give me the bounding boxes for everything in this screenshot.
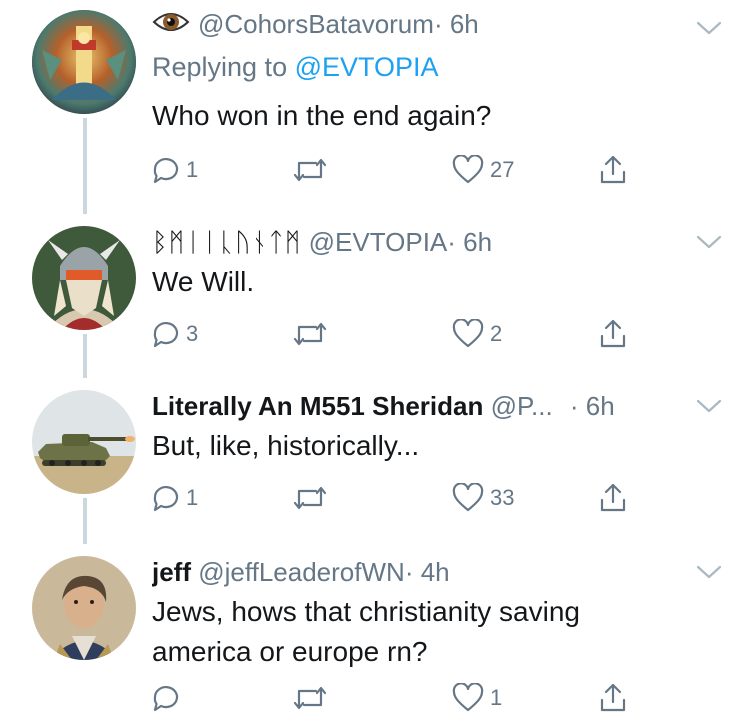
heart-icon	[452, 319, 484, 348]
heart-icon	[452, 683, 484, 712]
tweet-header: @CohorsBatavorum· 6h	[152, 4, 690, 44]
reply-count: 1	[186, 485, 199, 510]
reply-icon	[153, 686, 179, 712]
retweet-icon	[293, 686, 327, 710]
like-count: 2	[490, 321, 503, 346]
like-button[interactable]: 33	[452, 478, 514, 518]
replying-to-mention[interactable]: @EVTOPIA	[295, 52, 439, 82]
tweet-actions: 1	[150, 678, 650, 718]
reply-icon	[153, 486, 179, 512]
reply-button[interactable]	[150, 678, 186, 718]
retweet-icon	[293, 158, 327, 182]
share-button[interactable]	[598, 150, 628, 190]
reply-button[interactable]: 1	[150, 150, 198, 190]
chevron-down-icon[interactable]	[696, 564, 722, 580]
timestamp[interactable]: · 4h	[405, 557, 450, 587]
tweet-text-line-1: Jews, hows that christianity saving	[152, 596, 580, 627]
replying-to-label: Replying to	[152, 52, 288, 82]
avatar[interactable]	[32, 390, 136, 494]
retweet-icon	[293, 322, 327, 346]
tweet-4: jeff @jeffLeaderofWN· 4h Jews, hows that…	[0, 538, 750, 721]
chevron-down-icon[interactable]	[696, 234, 722, 250]
retweet-icon	[293, 486, 327, 510]
ornate-icon-avatar	[32, 10, 136, 114]
chevron-down-icon[interactable]	[696, 20, 722, 36]
like-count: 27	[490, 157, 515, 182]
tweet-text: But, like, historically...	[152, 430, 420, 461]
like-button[interactable]: 2	[452, 314, 502, 354]
tweet-text: Jews, hows that christianity saving amer…	[152, 592, 690, 672]
like-count: 1	[490, 685, 503, 710]
tweet-text: We Will.	[152, 266, 255, 297]
reply-icon	[153, 158, 179, 184]
portrait-avatar	[32, 556, 136, 660]
helmeted-warrior-avatar	[32, 226, 136, 330]
retweet-button[interactable]	[292, 478, 334, 518]
avatar[interactable]	[32, 556, 136, 660]
user-handle[interactable]: @EVTOPIA	[309, 227, 448, 257]
eye-icon	[152, 6, 190, 44]
like-count: 33	[490, 485, 515, 510]
tweet-header: ᛒᛗᛁᛁᚳᚢᚾᛏᛗ @EVTOPIA· 6h	[152, 222, 690, 262]
like-button[interactable]: 27	[452, 150, 514, 190]
heart-icon	[452, 483, 484, 512]
user-handle[interactable]: @CohorsBatavorum	[198, 9, 434, 39]
user-handle[interactable]: @P...	[491, 391, 553, 421]
tweet-header: Literally An M551 Sheridan @P... · 6h	[152, 386, 680, 426]
tank-avatar	[32, 390, 136, 494]
tweet-actions: 3 2	[150, 314, 650, 354]
tweet-1: @CohorsBatavorum· 6h Replying to @EVTOPI…	[0, 0, 750, 214]
retweet-button[interactable]	[292, 150, 334, 190]
share-icon	[600, 155, 626, 184]
timestamp[interactable]: · 6h	[447, 227, 492, 257]
share-button[interactable]	[598, 478, 628, 518]
share-button[interactable]	[598, 678, 628, 718]
reply-count: 3	[186, 321, 199, 346]
like-button[interactable]: 1	[452, 678, 502, 718]
share-icon	[600, 483, 626, 512]
thread-line	[83, 118, 87, 214]
share-button[interactable]	[598, 314, 628, 354]
display-name[interactable]: jeff	[152, 557, 191, 587]
share-icon	[600, 319, 626, 348]
avatar[interactable]	[32, 226, 136, 330]
reply-button[interactable]: 3	[150, 314, 198, 354]
tweet-header: jeff @jeffLeaderofWN· 4h	[152, 552, 690, 592]
user-handle[interactable]: @jeffLeaderofWN	[198, 557, 405, 587]
tweet-2: ᛒᛗᛁᛁᚳᚢᚾᛏᛗ @EVTOPIA· 6h We Will. 3 2	[0, 210, 750, 378]
tweet-actions: 1 27	[150, 150, 650, 190]
display-name[interactable]: ᛒᛗᛁᛁᚳᚢᚾᛏᛗ	[152, 227, 301, 257]
tweet-3: Literally An M551 Sheridan @P... · 6h Bu…	[0, 374, 750, 544]
tweet-actions: 1 33	[150, 478, 650, 518]
timestamp[interactable]: · 6h	[570, 391, 615, 421]
reply-icon	[153, 322, 179, 348]
reply-button[interactable]: 1	[150, 478, 198, 518]
avatar[interactable]	[32, 10, 136, 114]
share-icon	[600, 683, 626, 712]
tweet-text: Who won in the end again?	[152, 100, 492, 131]
reply-count: 1	[186, 157, 199, 182]
tweet-text-line-2: america or europe rn?	[152, 636, 428, 667]
retweet-button[interactable]	[292, 678, 334, 718]
chevron-down-icon[interactable]	[696, 398, 722, 414]
timestamp[interactable]: · 6h	[434, 9, 479, 39]
heart-icon	[452, 155, 484, 184]
retweet-button[interactable]	[292, 314, 334, 354]
replying-to: Replying to @EVTOPIA	[152, 50, 439, 84]
thread-line	[83, 334, 87, 378]
display-name[interactable]: Literally An M551 Sheridan	[152, 391, 483, 421]
